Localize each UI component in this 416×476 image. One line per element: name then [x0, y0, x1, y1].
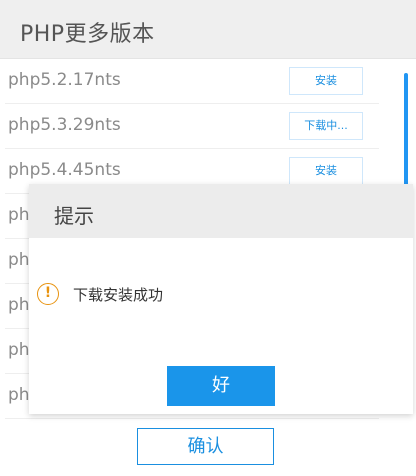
ok-button[interactable]: 好 [167, 366, 275, 406]
install-button[interactable]: 安装 [289, 67, 363, 95]
panel-header: PHP更多版本 [0, 0, 416, 59]
downloading-button[interactable]: 下载中... [289, 112, 363, 140]
alert-dialog: 提示 ! 下载安装成功 好 [29, 184, 413, 414]
list-item: php5.2.17nts 安装 [5, 59, 379, 104]
dialog-title: 提示 [54, 204, 94, 228]
dialog-body: ! 下载安装成功 好 [29, 238, 413, 414]
warning-icon: ! [37, 283, 59, 305]
dialog-message: 下载安装成功 [73, 286, 164, 304]
version-name: php5.4.45nts [8, 160, 121, 180]
panel-title: PHP更多版本 [20, 22, 155, 47]
version-name: php5.3.29nts [8, 115, 121, 135]
version-name: php5.2.17nts [8, 70, 121, 90]
confirm-button[interactable]: 确认 [137, 428, 274, 465]
list-item: php5.3.29nts 下载中... [5, 104, 379, 149]
install-button[interactable]: 安装 [289, 157, 363, 185]
dialog-header: 提示 [29, 184, 413, 238]
